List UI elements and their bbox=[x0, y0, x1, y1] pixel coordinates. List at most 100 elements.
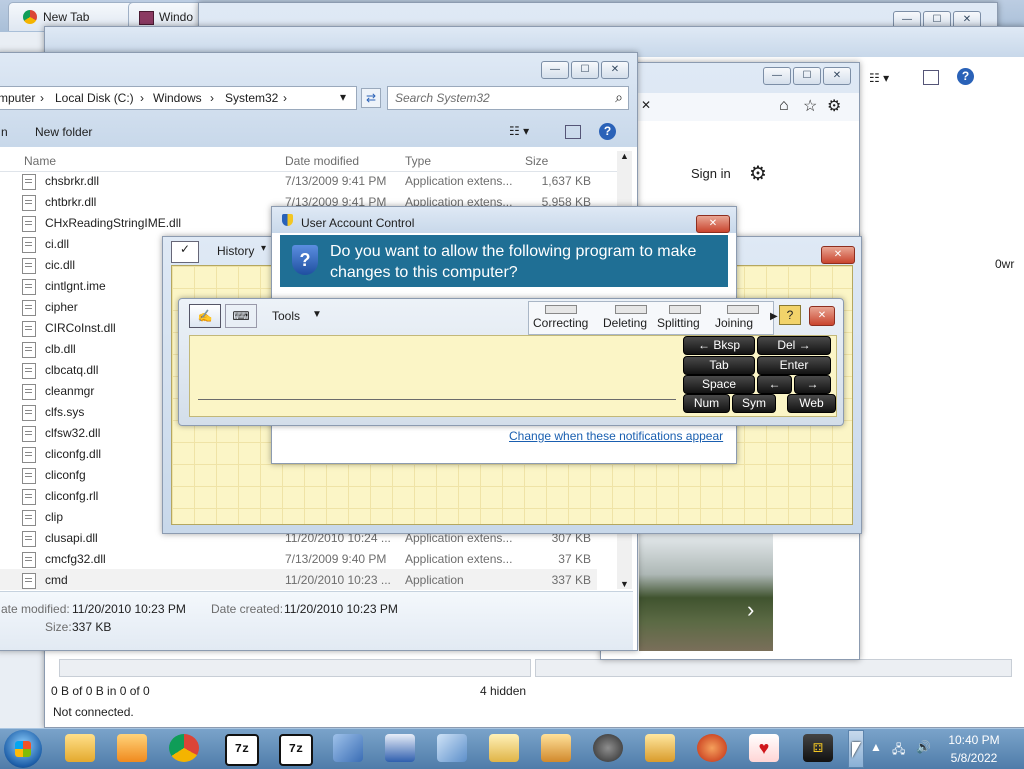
close-button[interactable]: ✕ bbox=[809, 306, 835, 326]
taskbar-tablet-input[interactable] bbox=[482, 730, 528, 766]
column-type[interactable]: Type bbox=[405, 154, 431, 168]
signin-link[interactable]: Sign in bbox=[691, 166, 731, 181]
key-1[interactable]: Del → bbox=[757, 336, 831, 355]
taskbar-minesweeper[interactable] bbox=[586, 730, 632, 766]
writing-pad-icon[interactable]: ✍ bbox=[189, 304, 221, 328]
key-7[interactable]: Num bbox=[683, 394, 730, 413]
star-icon[interactable]: ☆ bbox=[803, 96, 817, 116]
taskbar-media-player[interactable] bbox=[110, 730, 156, 766]
close-button[interactable]: ✕ bbox=[601, 61, 629, 79]
column-date[interactable]: Date modified bbox=[285, 154, 359, 168]
taskbar-solitaire[interactable] bbox=[638, 730, 684, 766]
close-button[interactable]: ✕ bbox=[821, 246, 855, 264]
start-button[interactable] bbox=[4, 730, 42, 768]
7zip-icon: 7z bbox=[225, 734, 259, 766]
gesture-splitting[interactable]: Splitting bbox=[657, 302, 713, 332]
file-row[interactable]: cmd 11/20/2010 10:23 ... Application 337 KB bbox=[0, 569, 597, 590]
file-row[interactable]: chsbrkr.dll 7/13/2009 9:41 PM Application … bbox=[0, 170, 597, 191]
new-folder-button[interactable]: New folder bbox=[35, 125, 92, 139]
gesture-deleting[interactable]: Deleting bbox=[603, 302, 659, 332]
uac-question: Do you want to allow the following progr… bbox=[330, 243, 697, 281]
key-8[interactable]: Sym bbox=[732, 394, 776, 413]
file-name: ci.dll bbox=[45, 237, 70, 251]
settings-icon[interactable]: ⚙ bbox=[827, 96, 841, 116]
breadcrumb-computer[interactable]: mputer bbox=[0, 91, 35, 105]
home-icon[interactable]: ⌂ bbox=[779, 97, 789, 115]
show-hidden-icons[interactable]: ▲ bbox=[870, 740, 882, 754]
taskbar-chess[interactable] bbox=[534, 730, 580, 766]
hscroll-right[interactable] bbox=[535, 659, 1012, 677]
preview-pane-icon[interactable] bbox=[565, 125, 581, 139]
taskbar-info[interactable] bbox=[378, 730, 424, 766]
network-icon bbox=[333, 734, 363, 762]
breadcrumb-system32[interactable]: System32 bbox=[225, 91, 278, 105]
tab-close-icon[interactable]: ✕ bbox=[641, 98, 651, 112]
toolbar-organize[interactable]: n bbox=[1, 125, 8, 139]
gesture-label: Splitting bbox=[657, 316, 700, 330]
network-tray-icon[interactable]: 🖧 bbox=[892, 740, 905, 761]
chevron-down-icon[interactable]: ▾ bbox=[261, 243, 266, 254]
taskbar-7zip-1[interactable]: 7z bbox=[218, 730, 264, 766]
key-3[interactable]: Enter bbox=[757, 356, 831, 375]
change-notifications-link[interactable]: Change when these notifications appear bbox=[509, 429, 723, 443]
maximize-button[interactable]: ☐ bbox=[571, 61, 599, 79]
clock[interactable]: 10:40 PM 5/8/2022 bbox=[936, 733, 1012, 765]
hscroll-left[interactable] bbox=[59, 659, 531, 677]
taskbar-journal[interactable] bbox=[430, 730, 476, 766]
chevron-down-icon[interactable]: ▾ bbox=[340, 90, 346, 104]
gear-icon[interactable]: ⚙ bbox=[749, 161, 767, 186]
size-value: 337 KB bbox=[72, 620, 112, 634]
close-button[interactable]: ✕ bbox=[696, 215, 730, 233]
keyboard-icon[interactable]: ⌨ bbox=[225, 304, 257, 328]
column-name[interactable]: Name bbox=[24, 154, 56, 168]
help-icon[interactable]: ? bbox=[599, 123, 616, 140]
file-icon bbox=[22, 237, 36, 253]
view-options-icon[interactable]: ☷ ▾ bbox=[509, 124, 529, 138]
taskbar-7zip-2[interactable]: 7z bbox=[272, 730, 318, 766]
chevron-right-icon[interactable]: › bbox=[747, 597, 754, 623]
tools-menu[interactable]: Tools bbox=[272, 309, 300, 323]
preview-pane-icon[interactable] bbox=[923, 70, 939, 85]
taskbar-hearts[interactable]: ♥ bbox=[742, 730, 788, 766]
key-0[interactable]: ← Bksp bbox=[683, 336, 755, 355]
file-name: clfsw32.dll bbox=[45, 426, 101, 440]
key-4[interactable]: Space bbox=[683, 375, 755, 394]
chevron-down-icon[interactable]: ▼ bbox=[312, 309, 322, 320]
taskbar-chrome[interactable] bbox=[162, 730, 208, 766]
view-icon[interactable]: ☷ ▾ bbox=[869, 71, 889, 85]
chess-icon bbox=[541, 734, 571, 762]
gesture-correcting[interactable]: Correcting bbox=[533, 302, 589, 332]
gesture-icon bbox=[669, 305, 701, 314]
gesture-icon bbox=[727, 305, 759, 314]
key-9[interactable]: Web bbox=[787, 394, 836, 413]
minimize-button[interactable]: — bbox=[541, 61, 569, 79]
breadcrumb-windows[interactable]: Windows bbox=[153, 91, 202, 105]
minimize-button[interactable]: — bbox=[763, 67, 791, 85]
taskbar-network[interactable] bbox=[326, 730, 372, 766]
help-icon[interactable]: ? bbox=[779, 305, 801, 325]
search-icon[interactable]: ⌕ bbox=[615, 89, 623, 106]
key-5[interactable]: ← bbox=[757, 375, 792, 394]
key-6[interactable]: → bbox=[794, 375, 831, 394]
gesture-joining[interactable]: Joining bbox=[715, 302, 771, 332]
file-icon bbox=[22, 426, 36, 442]
taskbar-internet-game[interactable] bbox=[690, 730, 736, 766]
taskbar-explorer[interactable] bbox=[58, 730, 104, 766]
column-size[interactable]: Size bbox=[525, 154, 548, 168]
close-button[interactable]: ✕ bbox=[823, 67, 851, 85]
help-icon[interactable]: ? bbox=[957, 68, 974, 85]
arrow-right-icon[interactable]: ▶ bbox=[770, 311, 778, 322]
tab-label: Windo bbox=[159, 10, 194, 24]
breadcrumb[interactable]: mputer › Local Disk (C:) › Windows › Sys… bbox=[0, 86, 357, 110]
taskbar-dice[interactable]: ⚃ bbox=[796, 730, 842, 766]
breadcrumb-local-disk[interactable]: Local Disk (C:) bbox=[55, 91, 134, 105]
volume-icon[interactable]: 🔊 bbox=[916, 740, 931, 754]
key-2[interactable]: Tab bbox=[683, 356, 755, 375]
search-input[interactable]: Search System32 ⌕ bbox=[387, 86, 629, 110]
file-row[interactable]: cmcfg32.dll 7/13/2009 9:40 PM Application … bbox=[0, 548, 597, 569]
file-name: cintlgnt.ime bbox=[45, 279, 106, 293]
history-menu[interactable]: History bbox=[217, 244, 254, 258]
refresh-icon[interactable]: ⇄ bbox=[361, 88, 381, 108]
maximize-button[interactable]: ☐ bbox=[793, 67, 821, 85]
file-size: 337 KB bbox=[551, 573, 591, 587]
